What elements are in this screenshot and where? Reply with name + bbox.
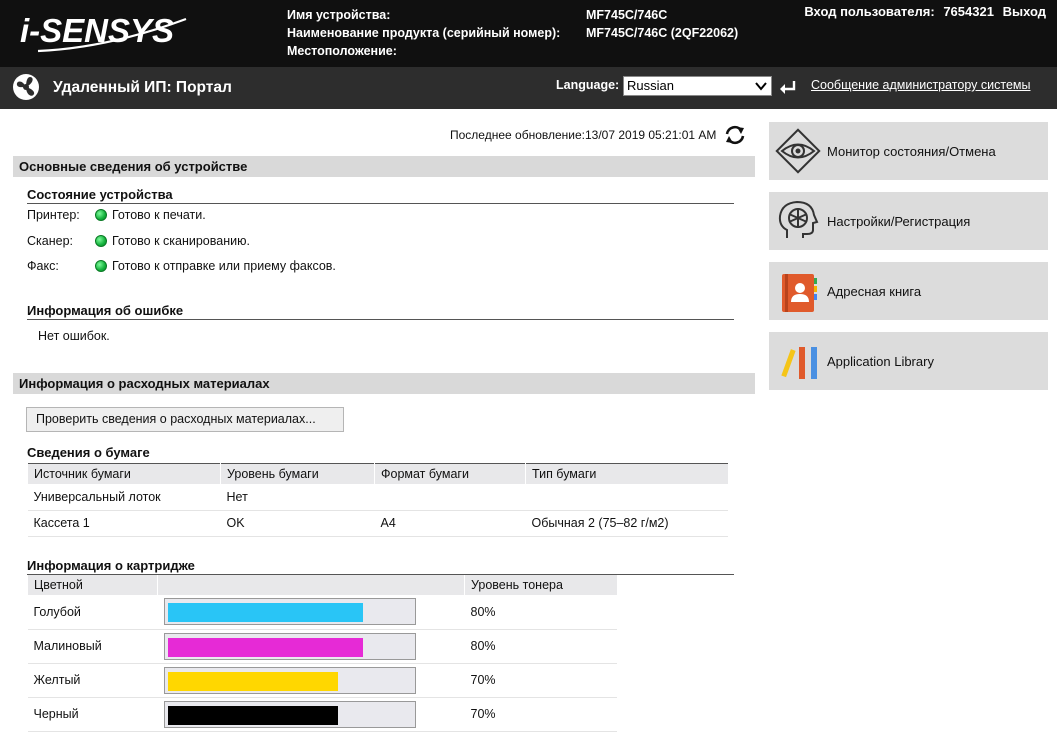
user-login-info: Вход пользователя: 7654321 Выход [799, 4, 1046, 19]
toner-bar-cell [157, 595, 465, 630]
admin-message-link[interactable]: Сообщение администратору системы [811, 78, 1030, 92]
cartridge-row: Желтый 70% [27, 663, 617, 698]
toner-level-bar [163, 632, 416, 660]
product-name-label: Наименование продукта (серийный номер): [287, 26, 561, 40]
toner-bar-cell [157, 697, 465, 732]
toner-level-value: 80% [464, 595, 617, 630]
device-name-label: Имя устройства: [287, 8, 391, 22]
cartridge-row: Голубой 80% [27, 595, 617, 630]
application-library-label: Application Library [827, 353, 934, 369]
chevron-down-icon [755, 82, 767, 91]
toner-level-value: 70% [464, 697, 617, 732]
basic-info-section-header: Основные сведения об устройстве [13, 156, 755, 177]
table-cell: Универсальный лоток [27, 484, 221, 511]
location-label: Местоположение: [287, 44, 397, 58]
status-monitor-button[interactable]: Монитор состояния/Отмена [769, 122, 1048, 180]
paper-col-type: Тип бумаги [525, 463, 728, 484]
toner-level-value: 70% [464, 663, 617, 698]
cartridge-col-level: Уровень тонера [464, 575, 617, 595]
settings-registration-label: Настройки/Регистрация [827, 213, 971, 229]
toner-level-bar [163, 598, 416, 626]
cartridge-row: Черный 70% [27, 697, 617, 732]
paper-col-level: Уровень бумаги [220, 463, 375, 484]
status-label: Принтер: [27, 208, 80, 222]
cartridge-info-heading: Информация о картридже [27, 558, 734, 575]
toner-level-fill [167, 705, 339, 725]
cartridge-col-color: Цветной [27, 575, 158, 595]
toner-level-bar [163, 666, 416, 694]
address-book-label: Адресная книга [827, 283, 922, 299]
status-label: Сканер: [27, 234, 74, 248]
status-ok-icon [95, 235, 107, 247]
portal-icon [13, 74, 39, 100]
return-icon[interactable] [778, 77, 798, 95]
cartridge-table: Цветной Уровень тонера Голубой 80% Малинов… [27, 575, 617, 732]
consumables-section-header: Информация о расходных материалах [13, 373, 755, 394]
toner-bar-cell [157, 629, 465, 664]
error-value: Нет ошибок. [38, 329, 110, 343]
language-selected-value: Russian [627, 78, 674, 93]
error-info-heading: Информация об ошибке [27, 303, 734, 320]
settings-registration-button[interactable]: Настройки/Регистрация [769, 192, 1048, 250]
table-cell: Нет [220, 484, 375, 511]
i-sensys-logo: i-SENSYS [20, 12, 187, 53]
toner-level-fill [167, 603, 363, 623]
status-row-printer: Принтер: Готово к печати. [27, 208, 206, 222]
top-header: i-SENSYS Имя устройства: MF745C/746C Наим… [0, 0, 1057, 67]
cartridge-row: Малиновый 80% [27, 629, 617, 664]
toner-level-fill [167, 671, 339, 691]
toner-bar-cell [157, 663, 465, 698]
logout-link[interactable]: Выход [1003, 4, 1046, 19]
table-cell: Обычная 2 (75–82 г/м2) [525, 510, 728, 537]
device-name-value: MF745C/746C [586, 8, 668, 22]
status-value: Готово к сканированию. [112, 234, 250, 248]
application-library-icon [769, 332, 827, 390]
cartridge-col-bar [157, 575, 465, 595]
cartridge-color-name: Малиновый [27, 629, 158, 664]
status-label: Факс: [27, 259, 59, 273]
table-row: Кассета 1 OK A4 Обычная 2 (75–82 г/м2) [27, 510, 728, 537]
cartridge-color-name: Черный [27, 697, 158, 732]
last-update-text: Последнее обновление:13/07 2019 05:21:01… [450, 128, 717, 142]
toner-level-fill [167, 637, 363, 657]
paper-table: Источник бумаги Уровень бумаги Формат бу… [27, 463, 728, 537]
status-ok-icon [95, 260, 107, 272]
table-row: Универсальный лоток Нет [27, 484, 728, 511]
status-monitor-label: Монитор состояния/Отмена [827, 143, 996, 159]
status-ok-icon [95, 209, 107, 221]
status-value: Готово к отправке или приему факсов. [112, 259, 336, 273]
device-status-heading: Состояние устройства [27, 187, 734, 204]
table-cell: OK [220, 510, 375, 537]
paper-col-format: Формат бумаги [374, 463, 526, 484]
paper-col-source: Источник бумаги [27, 463, 221, 484]
language-label: Language: [556, 78, 620, 92]
check-consumables-button[interactable]: Проверить сведения о расходных материала… [26, 407, 344, 432]
product-name-value: MF745C/746C (2QF22062) [586, 26, 739, 40]
application-library-button[interactable]: Application Library [769, 332, 1048, 390]
device-info: Имя устройства: MF745C/746C Наименование … [287, 6, 738, 60]
login-label: Вход пользователя: [804, 4, 935, 19]
status-row-fax: Факс: Готово к отправке или приему факсо… [27, 259, 336, 273]
address-book-button[interactable]: Адресная книга [769, 262, 1048, 320]
language-select[interactable]: Russian [623, 76, 772, 96]
paper-info-heading: Сведения о бумаге [27, 445, 150, 460]
status-value: Готово к печати. [112, 208, 206, 222]
eye-icon [769, 122, 827, 180]
address-book-icon [769, 262, 827, 320]
toner-level-bar [163, 700, 416, 728]
refresh-icon[interactable] [723, 124, 747, 146]
page-title: Удаленный ИП: Портал [53, 79, 232, 96]
status-row-scanner: Сканер: Готово к сканированию. [27, 234, 250, 248]
settings-head-icon [769, 192, 827, 250]
table-cell [374, 484, 526, 511]
table-cell [525, 484, 728, 511]
title-bar: Удаленный ИП: Портал Language: Russian С… [0, 67, 1057, 109]
cartridge-color-name: Желтый [27, 663, 158, 698]
login-user-id: 7654321 [943, 4, 994, 19]
table-cell: A4 [374, 510, 526, 537]
toner-level-value: 80% [464, 629, 617, 664]
cartridge-color-name: Голубой [27, 595, 158, 630]
table-cell: Кассета 1 [27, 510, 221, 537]
